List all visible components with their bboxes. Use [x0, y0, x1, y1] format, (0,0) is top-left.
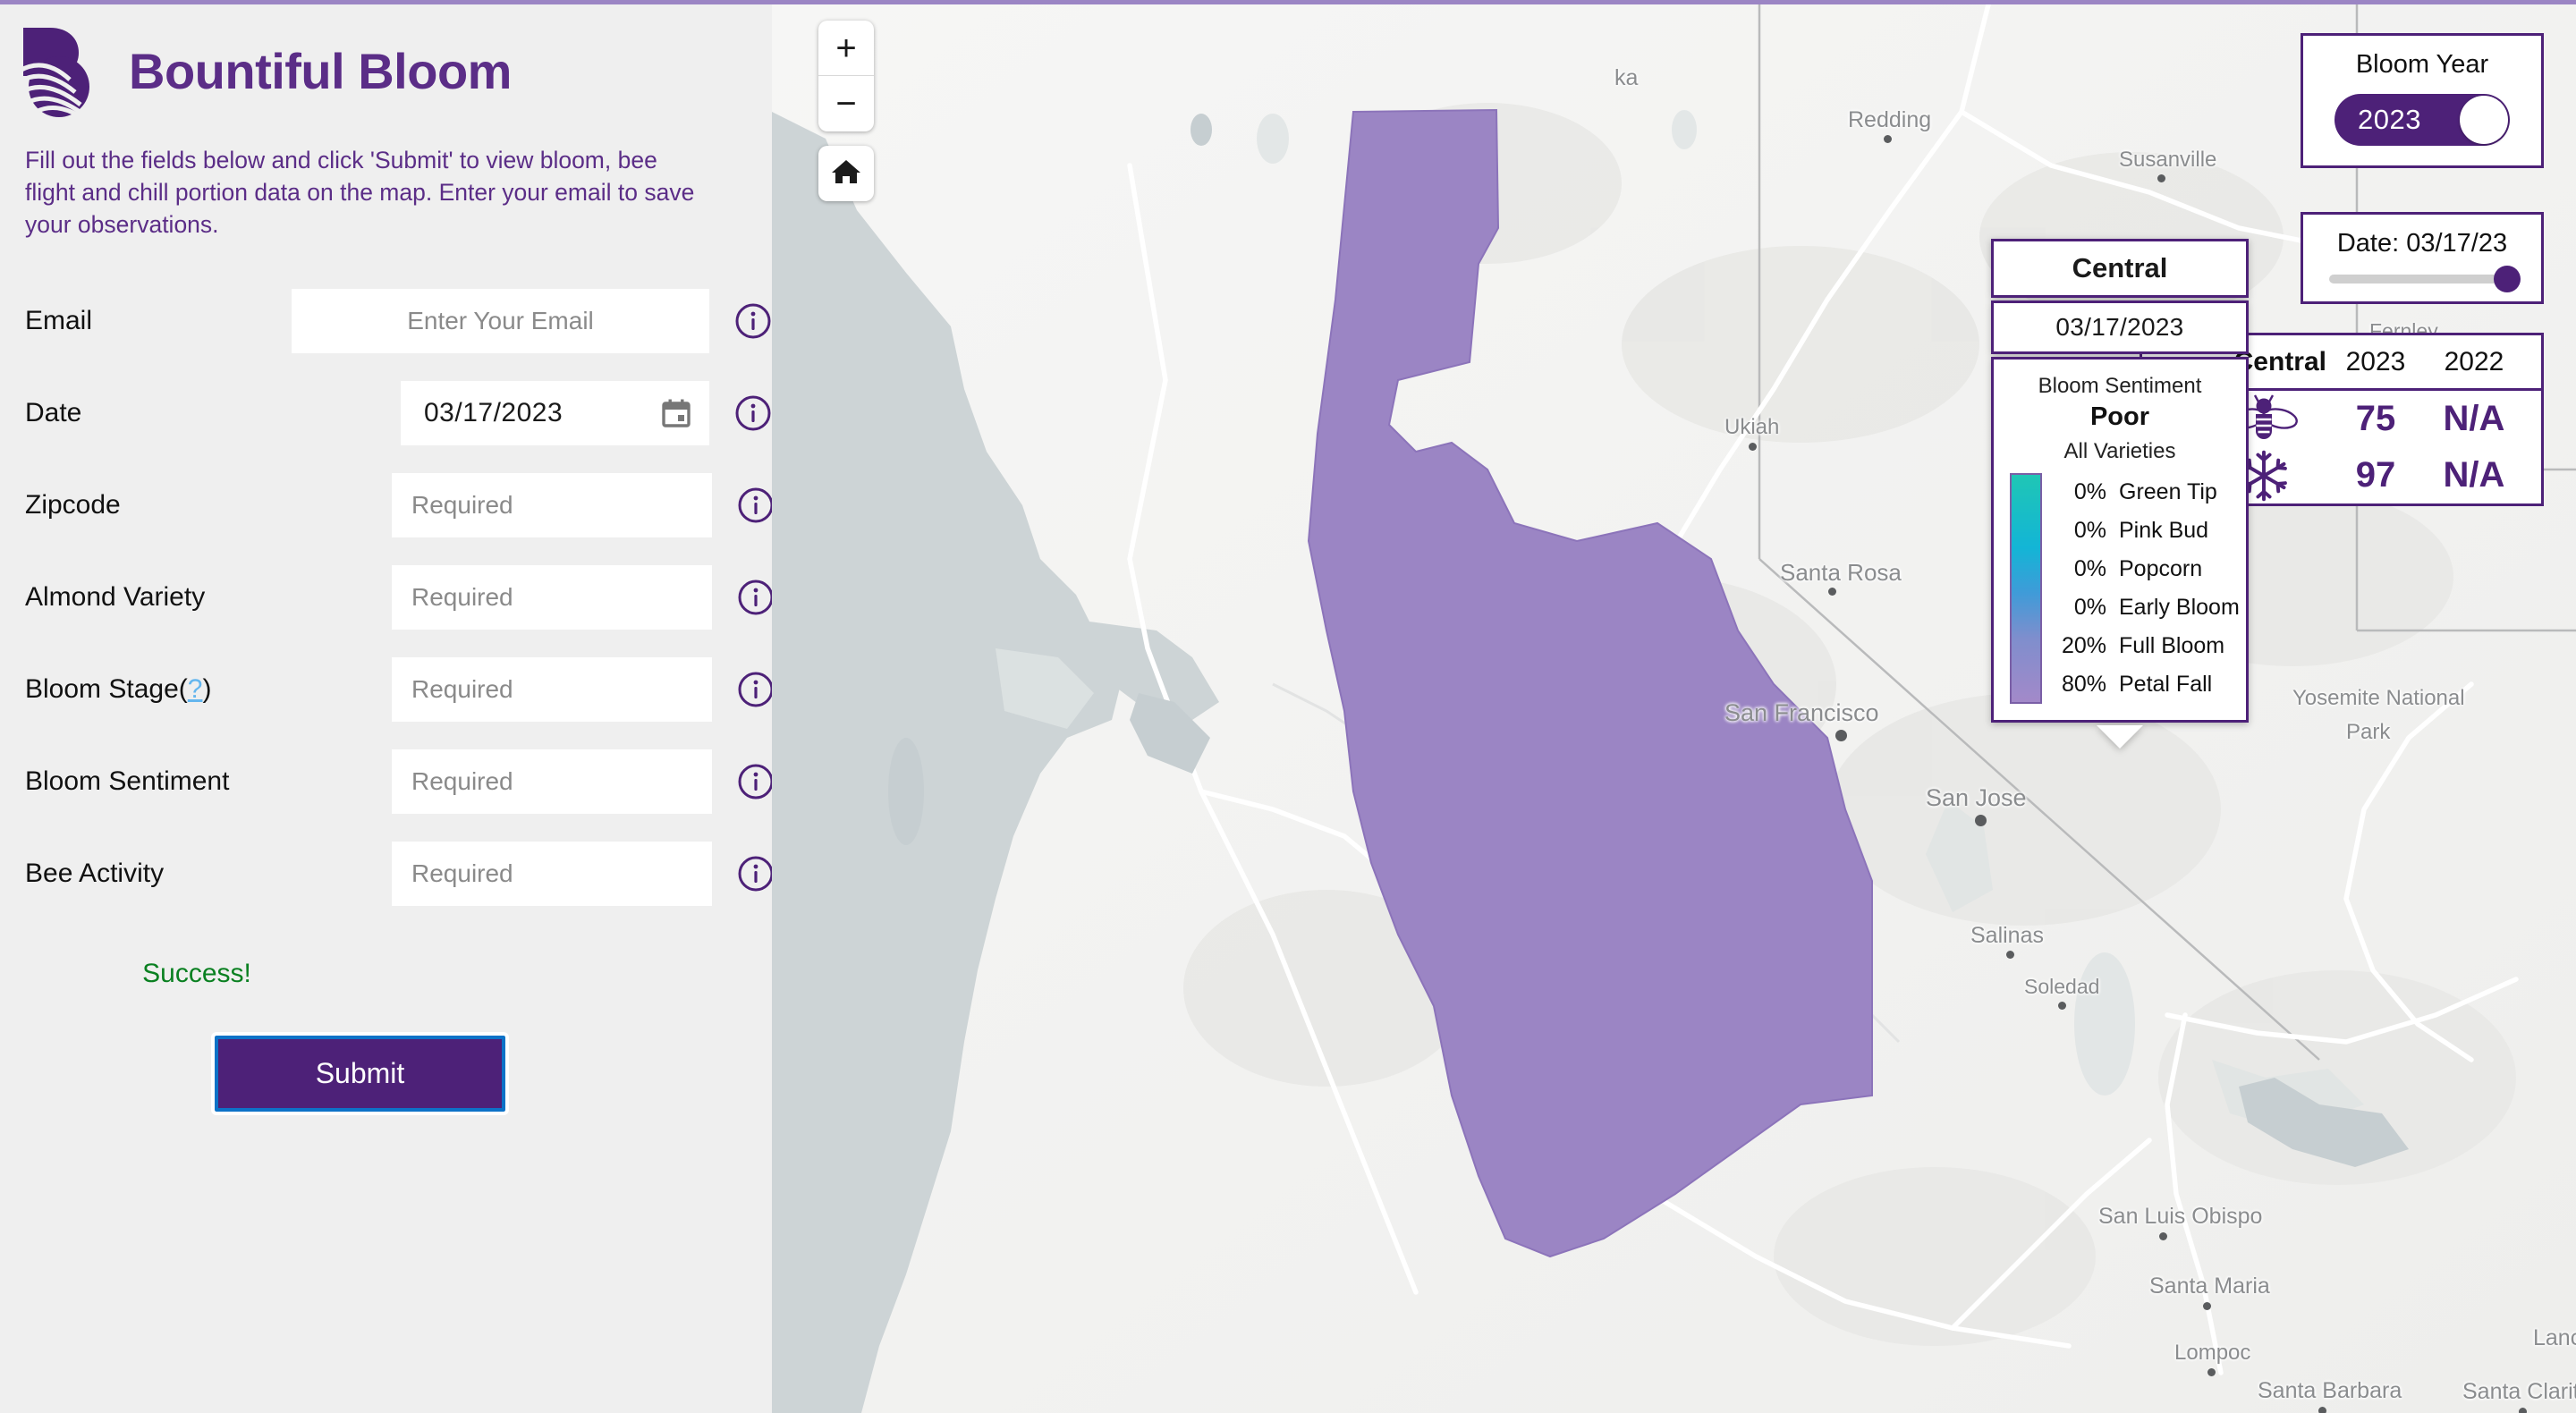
legend-stage-name: Full Bloom [2119, 633, 2225, 658]
chill-portions-2022: N/A [2443, 455, 2505, 495]
chill-portions-2023: 97 [2355, 455, 2396, 495]
email-field[interactable] [292, 288, 709, 353]
bountiful-bloom-logo-icon [16, 24, 109, 122]
page-title: Bountiful Bloom [129, 42, 512, 99]
info-icon-almond-variety[interactable] [737, 579, 772, 616]
date-slider-thumb[interactable] [2494, 266, 2521, 292]
zoom-in-button[interactable]: + [818, 21, 874, 76]
bloom-year-panel: Bloom Year 2023 [2301, 33, 2544, 168]
info-icon-email[interactable] [734, 302, 772, 340]
date-slider-panel: Date: 03/17/23 [2301, 212, 2544, 304]
toggle-knob[interactable] [2460, 96, 2508, 144]
field-row-email: Email [0, 275, 772, 367]
bloom-sentiment-field[interactable] [392, 749, 712, 814]
info-icon-bloom-sentiment[interactable] [737, 763, 772, 800]
date-value: 03/17/2023 [424, 397, 564, 427]
status-message: Success! [142, 959, 251, 989]
legend-row-list: 0% Green Tip 0% Pink Bud 0% Popcorn 0% Early Bl… [2055, 473, 2240, 704]
field-row-bloom-sentiment: Bloom Sentiment [0, 735, 772, 827]
popup-title-box: Central [1991, 239, 2249, 298]
popup-details-box: Bloom Sentiment Poor All Varieties 0% Gre… [1991, 357, 2249, 723]
legend-percent: 0% [2073, 556, 2106, 581]
info-icon-bloom-stage[interactable] [737, 671, 772, 708]
legend-row: 0% Green Tip [2055, 473, 2240, 512]
intro-text: Fill out the fields below and click 'Sub… [25, 147, 695, 239]
date-slider-label: Date: 03/17/23 [2336, 229, 2508, 258]
legend-stage-name: Petal Fall [2119, 672, 2213, 697]
bee-activity-field[interactable] [392, 841, 712, 906]
field-row-almond-variety: Almond Variety [0, 551, 772, 643]
calendar-icon[interactable] [661, 398, 691, 428]
popup-region-name: Central [2072, 252, 2168, 283]
popup-date: 03/17/2023 [2055, 313, 2184, 341]
home-icon [830, 156, 862, 192]
info-icon-date[interactable] [734, 394, 772, 432]
bloom-year-value: 2023 [2358, 104, 2421, 135]
legend-percent: 0% [2073, 479, 2106, 504]
field-row-date: Date 03/17/2023 [0, 367, 772, 459]
field-row-bee-activity: Bee Activity [0, 827, 772, 919]
legend-percent: 20% [2061, 633, 2106, 658]
label-bloom-stage: Bloom Stage(?) [25, 673, 212, 704]
legend-stage-name: Pink Bud [2119, 518, 2209, 543]
label-bloom-stage-text: Bloom Stage [25, 673, 179, 704]
legend-row: 20% Full Bloom [2055, 627, 2240, 665]
date-field[interactable]: 03/17/2023 [401, 380, 709, 445]
date-slider[interactable] [2329, 266, 2521, 292]
bee-flight-2023: 75 [2355, 399, 2396, 438]
label-zipcode: Zipcode [25, 489, 121, 520]
legend-stage-name: Green Tip [2119, 479, 2217, 504]
stats-col-2023: 2023 [2345, 346, 2406, 377]
bloom-year-toggle[interactable]: 2023 [2334, 94, 2510, 146]
legend-row: 80% Petal Fall [2055, 665, 2240, 704]
label-bee-activity: Bee Activity [25, 858, 165, 888]
legend-row: 0% Early Bloom [2055, 588, 2240, 627]
almond-variety-field[interactable] [392, 564, 712, 630]
field-row-bloom-stage: Bloom Stage(?) [0, 643, 772, 735]
popup-sentiment-label: Bloom Sentiment [2038, 374, 2202, 398]
map-zoom-controls[interactable]: + − [818, 21, 874, 131]
legend-stage-name: Early Bloom [2119, 595, 2240, 620]
info-icon-bee-activity[interactable] [737, 855, 772, 893]
stats-col-2022: 2022 [2444, 346, 2504, 377]
label-bloom-sentiment: Bloom Sentiment [25, 766, 230, 796]
popup-varieties-label: All Varieties [2063, 439, 2176, 463]
observation-form-sidebar: Bountiful Bloom Fill out the fields belo… [0, 4, 772, 1413]
label-email: Email [25, 305, 93, 335]
popup-sentiment-value: Poor [2089, 402, 2150, 431]
zipcode-field[interactable] [392, 472, 712, 537]
submit-button[interactable]: Submit [211, 1032, 509, 1116]
popup-date-box: 03/17/2023 [1991, 300, 2249, 354]
legend-percent: 80% [2061, 672, 2106, 697]
info-icon-zipcode[interactable] [737, 487, 772, 524]
label-date: Date [25, 397, 82, 427]
bloom-stage-field[interactable] [392, 656, 712, 722]
label-almond-variety: Almond Variety [25, 581, 206, 612]
brand-header: Bountiful Bloom [0, 4, 772, 122]
bloom-year-title: Bloom Year [2355, 50, 2489, 79]
legend-percent: 0% [2073, 518, 2106, 543]
popup-pointer [2097, 725, 2143, 749]
legend-percent: 0% [2073, 595, 2106, 620]
region-popup: Central 03/17/2023 Bloom Sentiment Poor … [1991, 239, 2249, 749]
observation-form: Email Date 03/17/2023 [0, 275, 772, 1116]
bloom-stage-help-link[interactable]: ? [188, 674, 203, 704]
app-root: Bountiful Bloom Fill out the fields belo… [0, 0, 2576, 1413]
map-view[interactable]: WinnemuccaBattle MountainCarlinElkoReddi… [772, 4, 2576, 1413]
legend-stage-name: Popcorn [2119, 556, 2203, 581]
map-home-button[interactable] [818, 146, 874, 201]
field-row-zipcode: Zipcode [0, 459, 772, 551]
bloom-stage-legend: 0% Green Tip 0% Pink Bud 0% Popcorn 0% Early Bl… [2010, 473, 2246, 704]
legend-gradient-bar [2010, 473, 2042, 704]
zoom-out-button[interactable]: − [818, 76, 874, 131]
submit-area: Submit [0, 1032, 772, 1116]
legend-row: 0% Popcorn [2055, 550, 2240, 588]
bee-flight-2022: N/A [2443, 399, 2505, 438]
legend-row: 0% Pink Bud [2055, 512, 2240, 550]
